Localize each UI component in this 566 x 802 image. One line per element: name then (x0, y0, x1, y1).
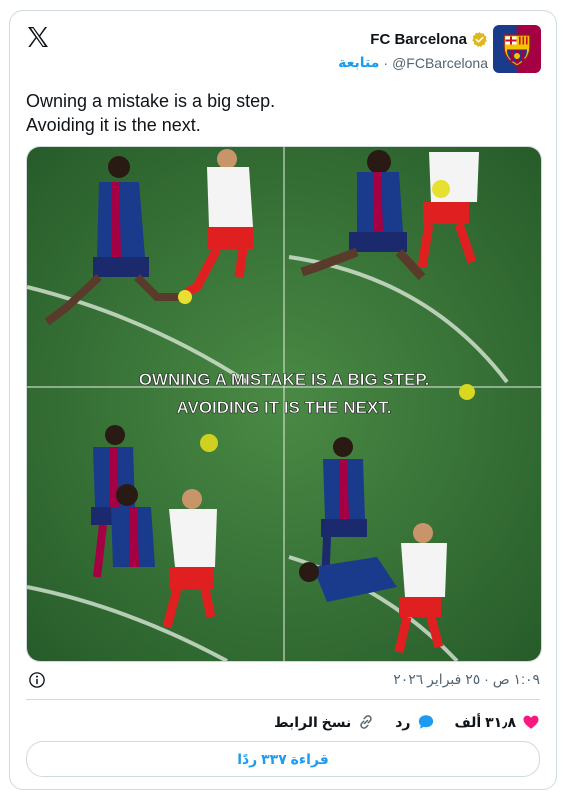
verified-badge-icon (472, 32, 487, 48)
tweet-card: FC Barcelona متابعة · @FCBarcelona Ownin… (9, 10, 557, 790)
like-count: ٣١٫٨ ألف (454, 713, 517, 730)
handle-row: متابعة · @FCBarcelona (338, 54, 488, 71)
handle-separator: · (383, 54, 389, 71)
display-name[interactable]: FC Barcelona (370, 31, 467, 48)
divider (26, 699, 540, 700)
reply-label: رد (395, 713, 411, 730)
reply-bubble-icon (418, 715, 433, 729)
fc-barcelona-crest-icon (503, 34, 531, 67)
info-icon[interactable] (28, 671, 46, 689)
media-caption-line-2: AVOIDING IT IS THE NEXT. (176, 398, 391, 417)
tweet-timestamp[interactable]: ١:٠٩ ص · ٢٥ فبراير ٢٠٢٦ (393, 671, 540, 688)
x-logo-icon[interactable] (26, 25, 50, 49)
tweet-text: Owning a mistake is a big step. Avoiding… (26, 89, 275, 137)
account-handle[interactable]: @FCBarcelona (392, 55, 488, 71)
heart-icon (523, 715, 539, 729)
link-icon (360, 715, 372, 729)
reply-button[interactable]: رد (395, 713, 434, 731)
like-button[interactable]: ٣١٫٨ ألف (455, 713, 541, 731)
tweet-text-line-2: Avoiding it is the next. (26, 115, 201, 135)
copy-link-button[interactable]: نسخ الرابط (274, 713, 375, 731)
account-name-row: FC Barcelona (370, 31, 488, 48)
avatar[interactable] (493, 25, 541, 73)
tweet-media-image[interactable]: OWNING A MISTAKE IS A BIG STEP. AVOIDING… (26, 146, 542, 662)
copy-link-label: نسخ الرابط (273, 713, 352, 730)
follow-button[interactable]: متابعة (338, 54, 379, 71)
tweet-text-line-1: Owning a mistake is a big step. (26, 91, 276, 111)
read-replies-button[interactable]: قراءة ٣٣٧ ردًا (26, 741, 540, 777)
football-collage-image: OWNING A MISTAKE IS A BIG STEP. AVOIDING… (27, 147, 541, 661)
tweet-actions: ٣١٫٨ ألف رد نسخ الرابط (26, 711, 540, 733)
media-caption-line-1: OWNING A MISTAKE IS A BIG STEP. (139, 370, 430, 389)
